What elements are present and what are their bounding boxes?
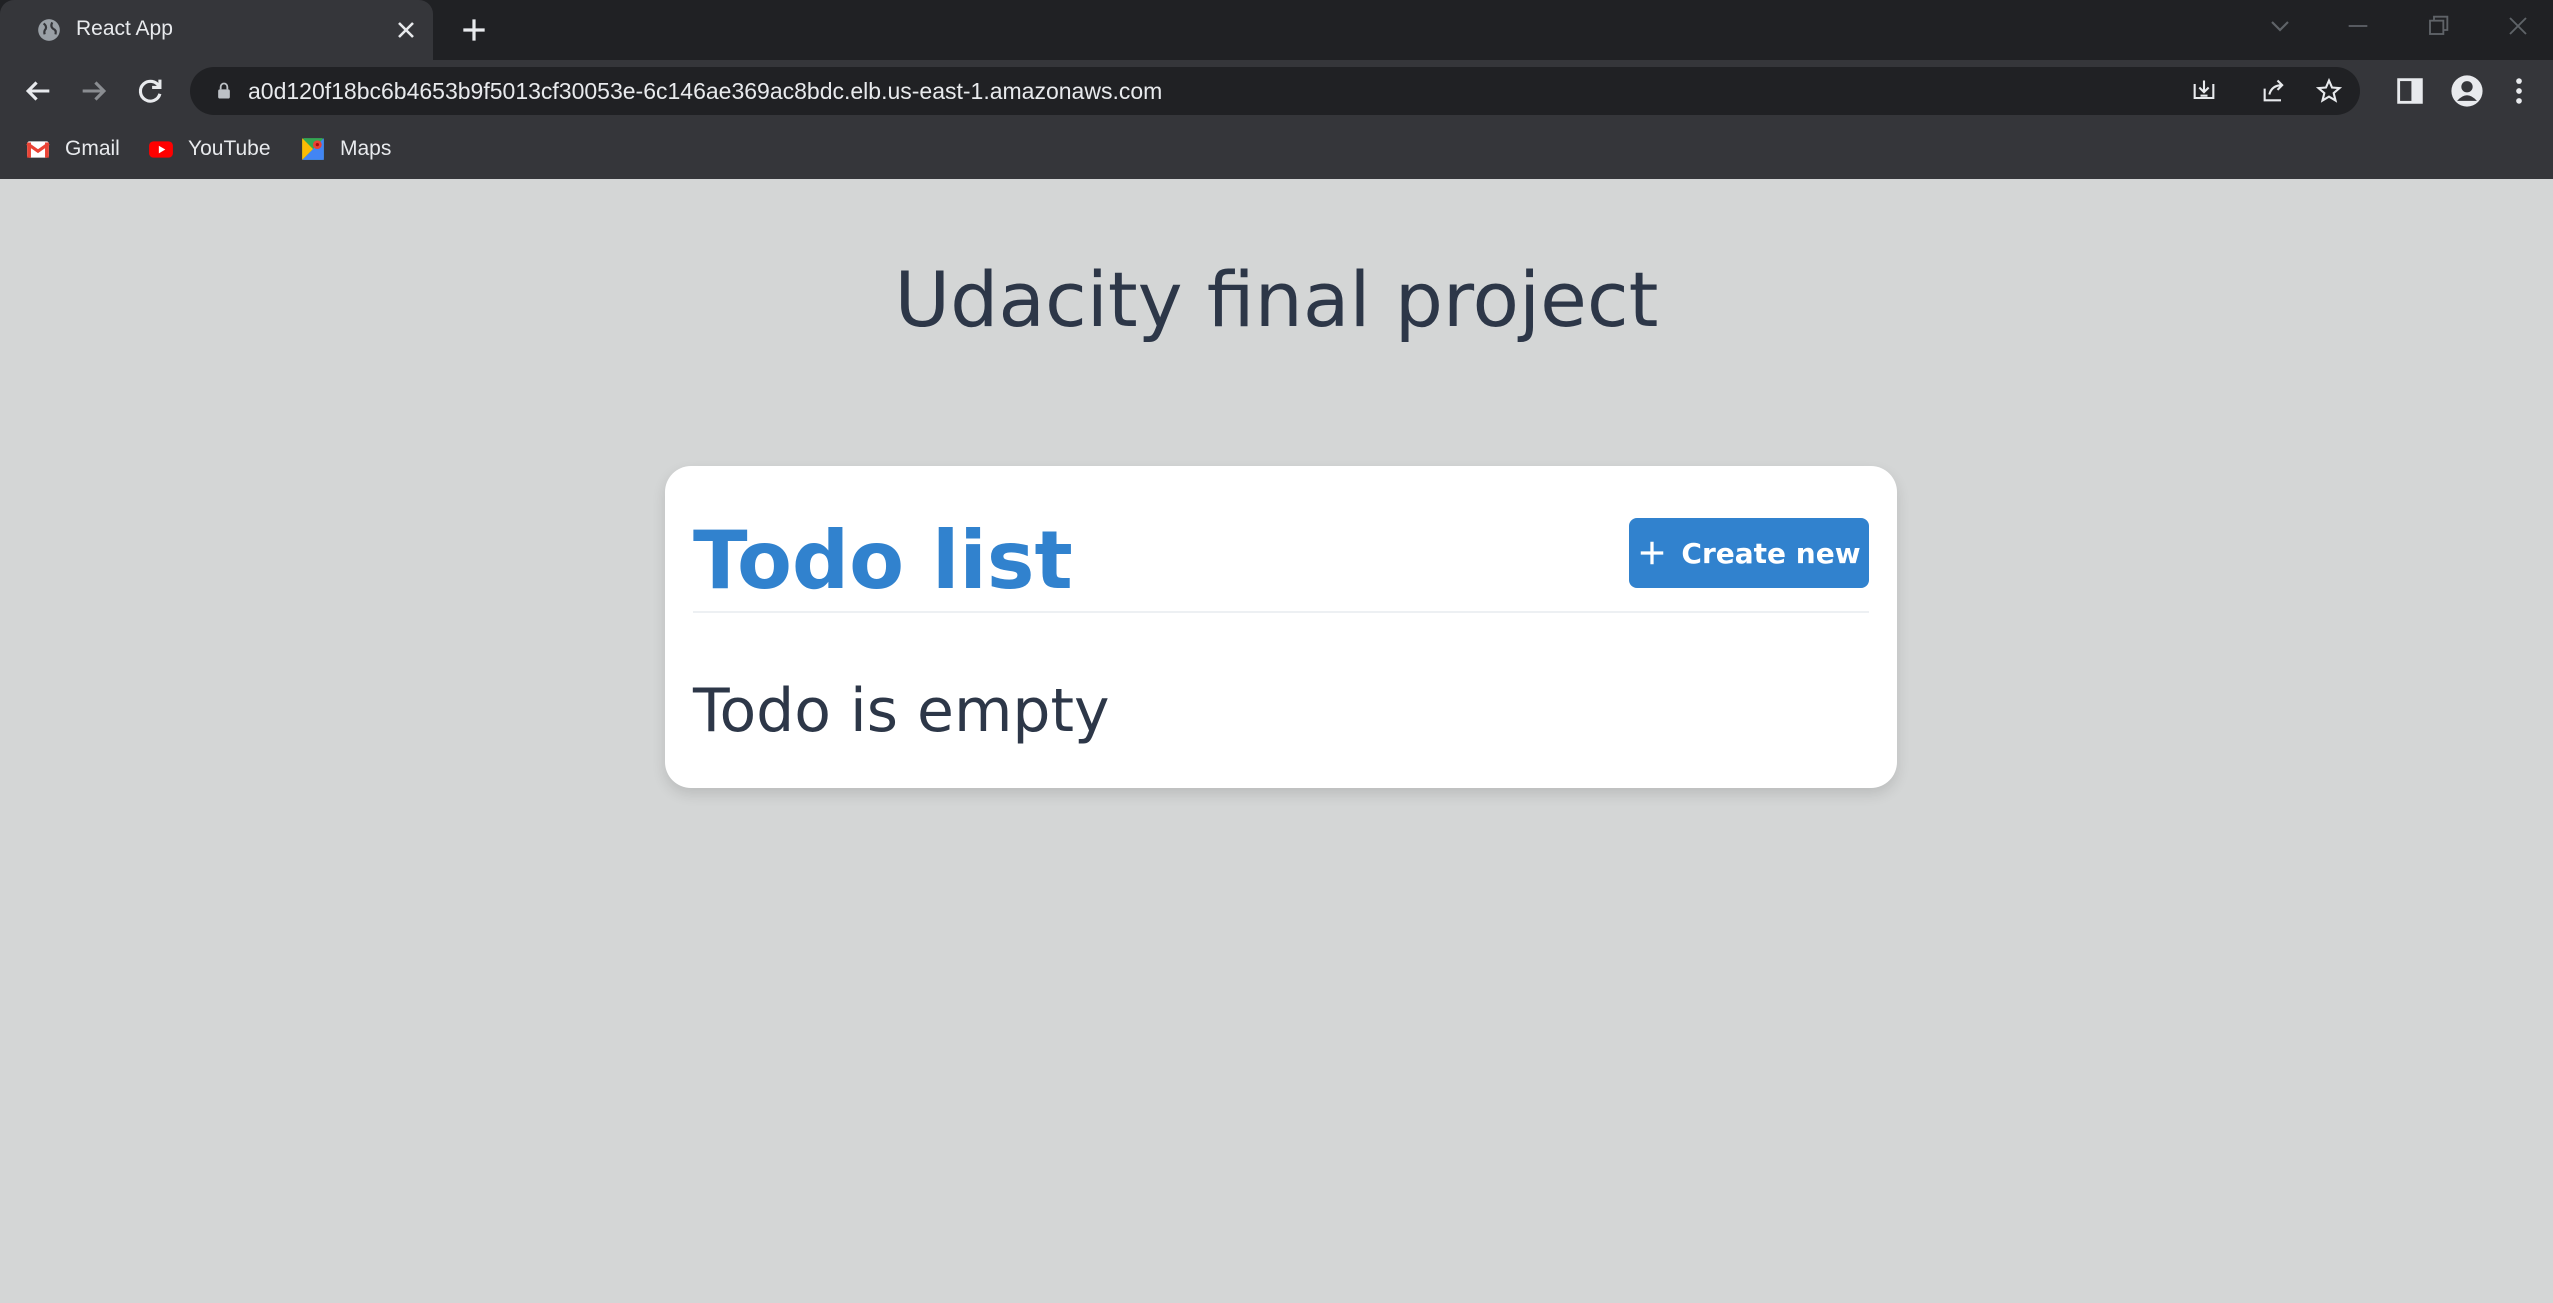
new-tab-icon[interactable] [458, 14, 490, 46]
browser-toolbar: a0d120f18bc6b4653b9f5013cf30053e-6c146ae… [0, 60, 2553, 122]
side-panel-icon[interactable] [2393, 74, 2427, 108]
todo-card: Todo list Create new Todo is empty [665, 466, 1897, 788]
browser-tab[interactable]: React App [0, 0, 433, 60]
divider [693, 611, 1869, 613]
share-icon[interactable] [2260, 77, 2288, 105]
page-title: Udacity final project [894, 255, 1659, 344]
gmail-icon [26, 141, 50, 158]
bookmark-label: Gmail [65, 137, 120, 160]
menu-icon[interactable] [2502, 74, 2536, 108]
bookmark-star-icon[interactable] [2315, 77, 2343, 105]
empty-state-message: Todo is empty [693, 676, 1110, 746]
todo-list-heading: Todo list [693, 514, 1073, 607]
create-new-button[interactable]: Create new [1629, 518, 1869, 588]
create-new-label: Create new [1681, 536, 1861, 570]
restore-icon[interactable] [2420, 10, 2456, 42]
bookmark-maps[interactable]: Maps [300, 134, 391, 164]
close-window-icon[interactable] [2500, 10, 2536, 42]
browser-tabstrip: React App [0, 0, 2553, 60]
address-bar[interactable]: a0d120f18bc6b4653b9f5013cf30053e-6c146ae… [190, 67, 2360, 115]
bookmark-label: Maps [340, 137, 392, 160]
reload-icon[interactable] [133, 74, 167, 108]
forward-icon[interactable] [77, 74, 111, 108]
lock-icon[interactable] [214, 81, 234, 101]
minimize-icon[interactable] [2340, 10, 2376, 42]
install-app-icon[interactable] [2190, 77, 2218, 105]
profile-icon[interactable] [2450, 74, 2484, 108]
back-icon[interactable] [21, 74, 55, 108]
bookmarks-bar: Gmail YouTube Maps [0, 122, 2553, 179]
globe-icon [38, 19, 60, 41]
bookmark-youtube[interactable]: YouTube [148, 134, 271, 164]
tab-search-icon[interactable] [2262, 10, 2298, 42]
bookmark-label: YouTube [188, 137, 271, 160]
maps-icon [302, 138, 324, 160]
url-text[interactable]: a0d120f18bc6b4653b9f5013cf30053e-6c146ae… [248, 78, 1162, 104]
plus-icon [1641, 541, 1664, 565]
youtube-icon [149, 141, 173, 158]
bookmark-gmail[interactable]: Gmail [25, 134, 120, 164]
close-tab-icon[interactable] [392, 16, 420, 44]
tab-title: React App [76, 17, 173, 40]
